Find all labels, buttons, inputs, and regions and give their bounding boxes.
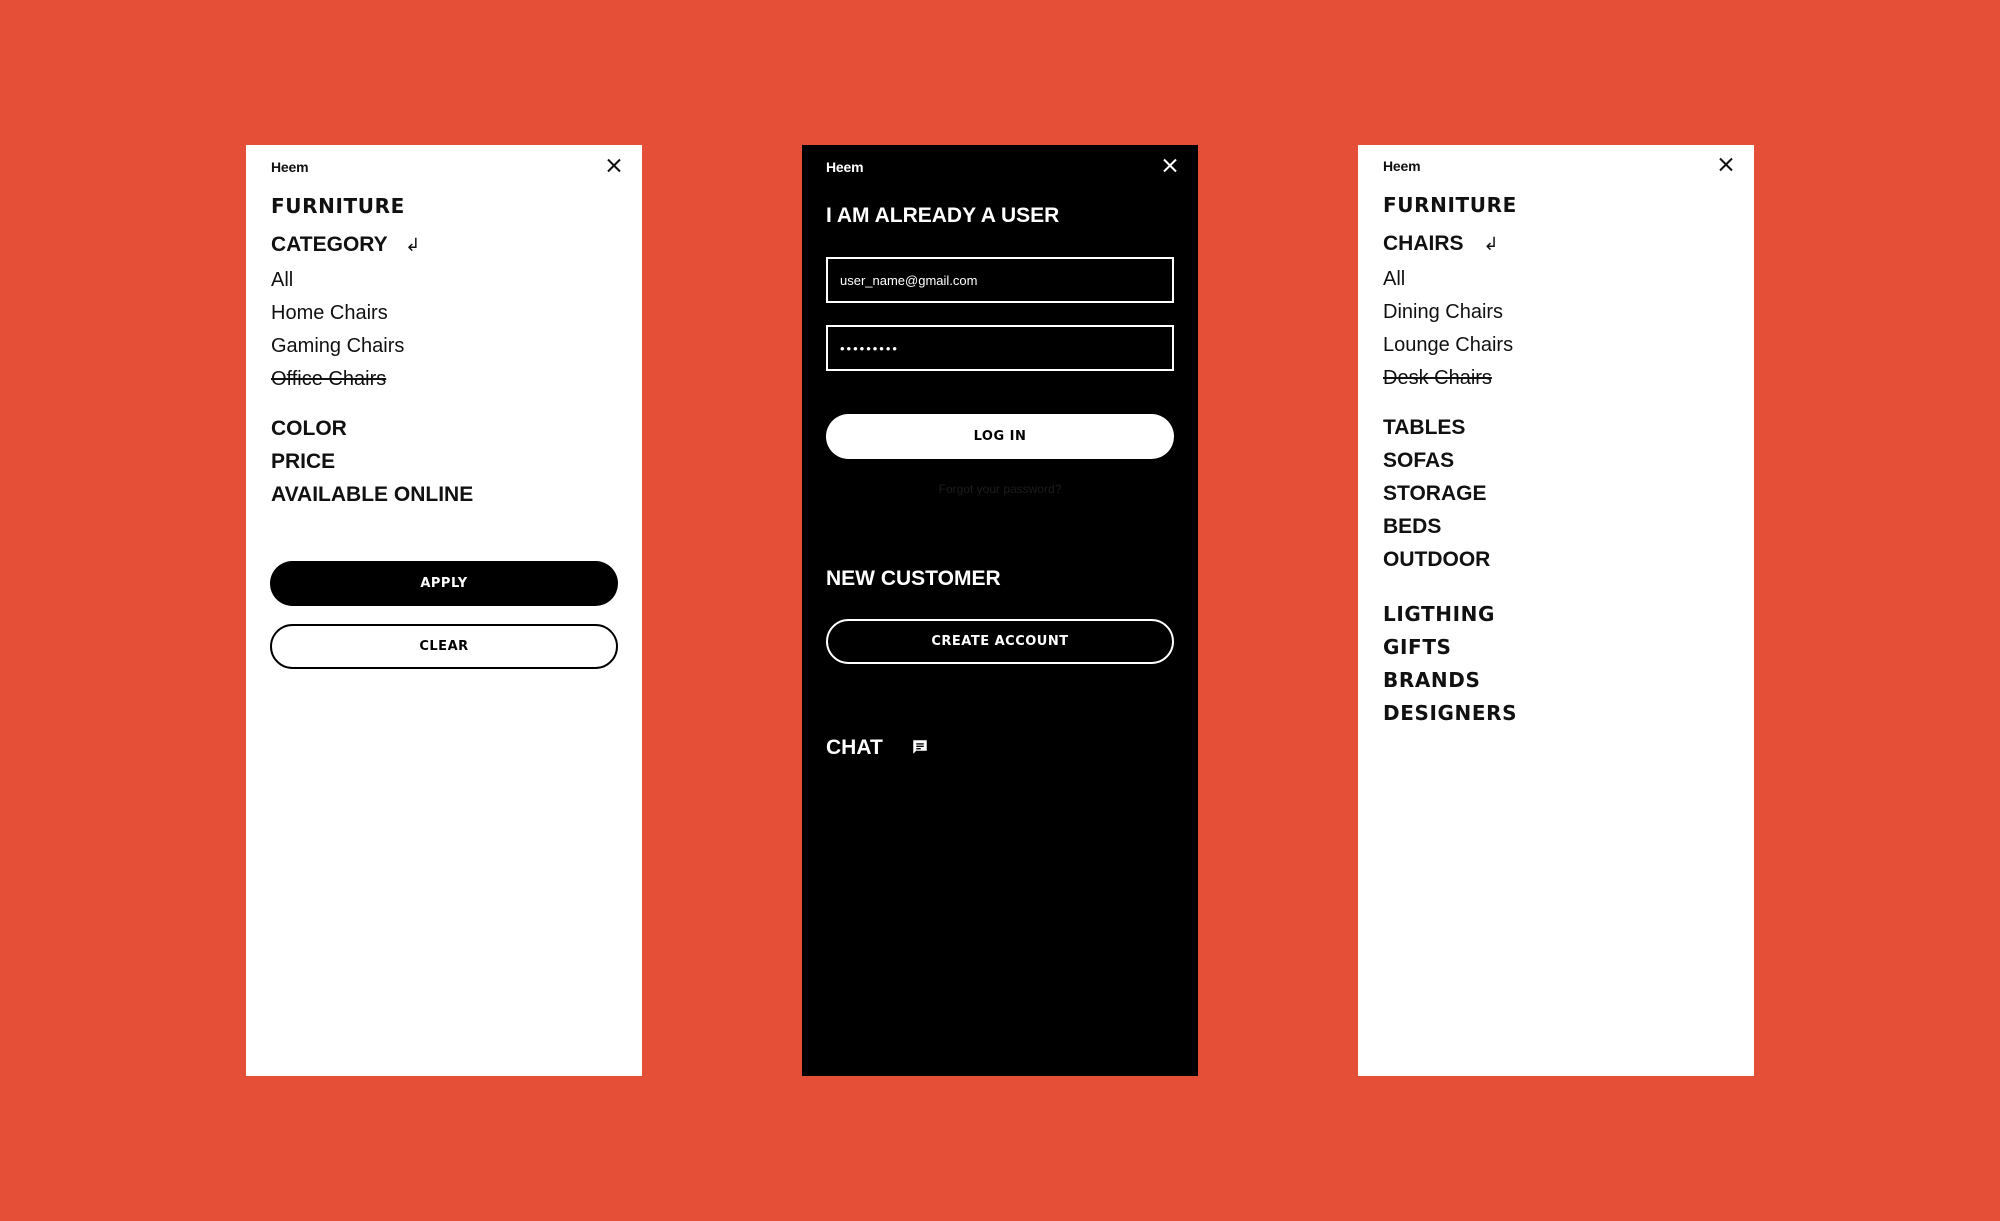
apply-button[interactable]: APPLY — [270, 561, 618, 606]
chat-button[interactable]: CHAT — [826, 736, 929, 760]
menu-item-storage[interactable]: STORAGE — [1383, 482, 1486, 506]
return-arrow-icon[interactable]: ↲ — [405, 235, 420, 256]
filter-color[interactable]: COLOR — [271, 417, 347, 441]
menu-item-beds[interactable]: BEDS — [1383, 515, 1441, 539]
menu-item-designers[interactable]: DESIGNERS — [1383, 701, 1517, 725]
chairs-heading[interactable]: CHAIRS ↲ — [1383, 232, 1498, 256]
forgot-password-link[interactable]: Forgot your password? — [802, 482, 1198, 496]
close-icon[interactable] — [1715, 154, 1737, 176]
category-item-home-chairs[interactable]: Home Chairs — [271, 302, 388, 325]
close-icon[interactable] — [603, 155, 625, 177]
brand-logo: Heem — [826, 159, 864, 175]
menu-item-sofas[interactable]: SOFAS — [1383, 449, 1454, 473]
email-field[interactable] — [826, 257, 1174, 303]
menu-item-lighting[interactable]: LIGTHING — [1383, 602, 1495, 626]
menu-item-gifts[interactable]: GIFTS — [1383, 635, 1452, 659]
create-account-button[interactable]: CREATE ACCOUNT — [826, 619, 1174, 664]
category-label: CATEGORY — [271, 233, 388, 256]
close-icon[interactable] — [1159, 155, 1181, 177]
filter-panel: Heem FURNITURE CATEGORY ↲ All Home Chair… — [246, 145, 642, 1076]
menu-item-outdoor[interactable]: OUTDOOR — [1383, 548, 1490, 572]
existing-user-heading: I AM ALREADY A USER — [826, 204, 1060, 227]
category-item-office-chairs[interactable]: Office Chairs — [271, 368, 386, 391]
chairs-item-lounge[interactable]: Lounge Chairs — [1383, 334, 1513, 357]
category-heading[interactable]: CATEGORY ↲ — [271, 233, 420, 257]
brand-logo: Heem — [1383, 158, 1421, 174]
login-panel: Heem I AM ALREADY A USER LOG IN Forgot y… — [802, 145, 1198, 1076]
brand-logo: Heem — [271, 159, 309, 175]
furniture-title[interactable]: FURNITURE — [1383, 193, 1517, 217]
category-item-all[interactable]: All — [271, 269, 293, 292]
new-customer-heading: NEW CUSTOMER — [826, 567, 1001, 590]
password-field[interactable] — [826, 325, 1174, 371]
return-arrow-icon[interactable]: ↲ — [1483, 234, 1498, 255]
menu-item-tables[interactable]: TABLES — [1383, 416, 1465, 440]
chairs-item-all[interactable]: All — [1383, 268, 1405, 291]
chat-label: CHAT — [826, 736, 883, 759]
menu-panel: Heem FURNITURE CHAIRS ↲ All Dining Chair… — [1358, 145, 1754, 1076]
filter-price[interactable]: PRICE — [271, 450, 335, 474]
chairs-label: CHAIRS — [1383, 232, 1464, 255]
menu-item-brands[interactable]: BRANDS — [1383, 668, 1480, 692]
clear-button[interactable]: CLEAR — [270, 624, 618, 669]
chairs-item-desk[interactable]: Desk Chairs — [1383, 367, 1492, 390]
furniture-title[interactable]: FURNITURE — [271, 194, 405, 218]
chat-bubble-icon — [912, 740, 927, 754]
filter-available-online[interactable]: AVAILABLE ONLINE — [271, 483, 473, 507]
chairs-item-dining[interactable]: Dining Chairs — [1383, 301, 1503, 324]
category-item-gaming-chairs[interactable]: Gaming Chairs — [271, 335, 404, 358]
login-button[interactable]: LOG IN — [826, 414, 1174, 459]
